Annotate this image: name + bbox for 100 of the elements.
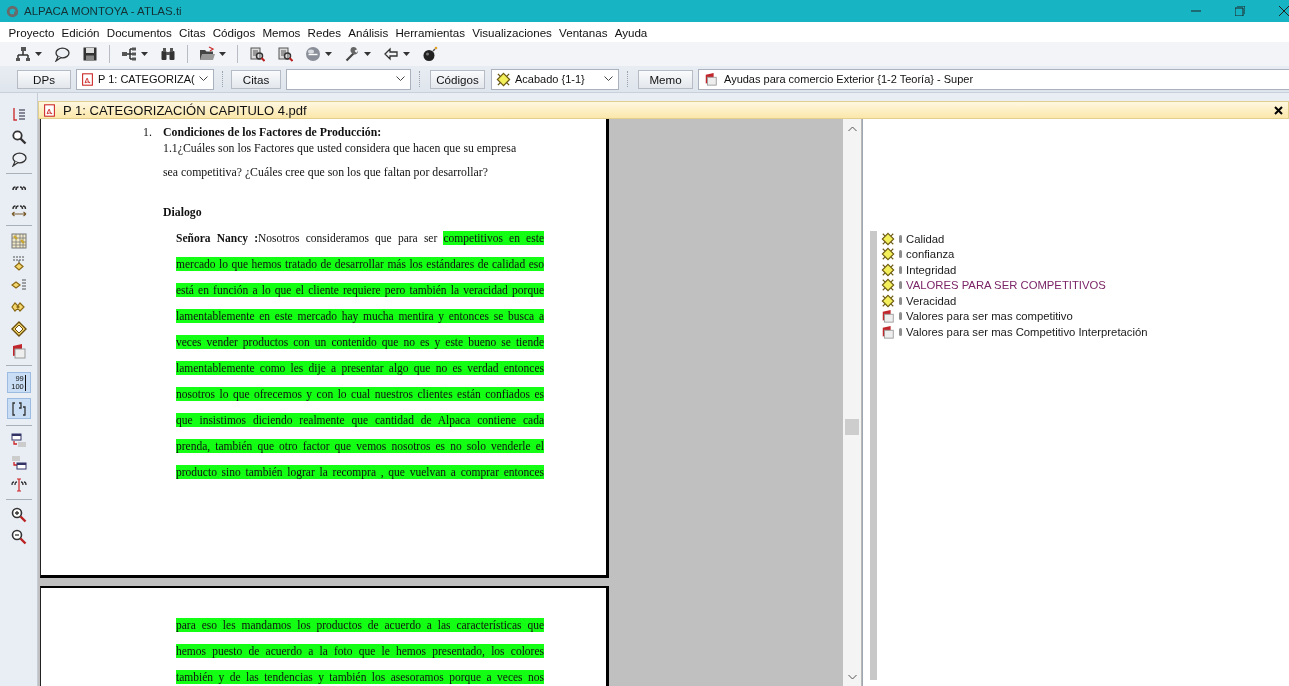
caret-icon[interactable] bbox=[403, 52, 410, 56]
memo-icon bbox=[881, 309, 895, 324]
menu-item[interactable]: Memos bbox=[258, 25, 304, 39]
toolbar-button[interactable]: Citas bbox=[231, 69, 281, 89]
document-text: 1.1¿Cuáles son los Factores que usted considera que hacen que su empresa bbox=[163, 140, 518, 156]
marker-icon bbox=[899, 296, 902, 305]
menu-item[interactable]: Ventanas bbox=[555, 25, 612, 39]
menu-item[interactable]: Herramientas bbox=[391, 25, 469, 39]
tool-button[interactable] bbox=[6, 398, 31, 419]
memo-field[interactable]: Ayudas para comercio Exterior {1-2 Teoría} - Super bbox=[698, 68, 1289, 90]
scrollbar[interactable] bbox=[843, 119, 862, 686]
caret-icon[interactable] bbox=[35, 52, 42, 56]
code-icon bbox=[881, 231, 895, 246]
code-label: Calidad bbox=[906, 232, 945, 245]
menu-item[interactable]: Redes bbox=[304, 25, 345, 39]
bomb-icon[interactable] bbox=[422, 46, 438, 62]
memo-icon bbox=[10, 342, 27, 359]
save-icon[interactable] bbox=[82, 46, 98, 62]
menu-item[interactable]: Documentos bbox=[103, 25, 176, 39]
speech-bubble-icon bbox=[10, 150, 27, 167]
grid-icon bbox=[10, 232, 27, 249]
close-icon[interactable] bbox=[1274, 105, 1283, 115]
chevron-icon[interactable] bbox=[604, 76, 613, 82]
margin-item[interactable]: VALORES PARA SER COMPETITIVOS bbox=[881, 277, 1289, 293]
marker-icon bbox=[899, 234, 902, 243]
dropdown[interactable]: P 1: CATEGORIZA( bbox=[76, 68, 214, 90]
caret-icon[interactable] bbox=[325, 52, 332, 56]
document-text: lamentablemente como les dije a presentar algo que no es verdad entonces bbox=[176, 360, 544, 377]
arrow-left-icon[interactable] bbox=[383, 46, 399, 62]
document-text: nosotros lo que ofrecemos y con lo cual nuestros clientes están confiados es bbox=[176, 386, 544, 403]
pdf-icon bbox=[43, 103, 56, 117]
document-text: veces vender productos con un contenido que no es y este bueno se tiende bbox=[176, 334, 544, 351]
zoom-out-icon bbox=[10, 528, 27, 545]
speech-bubble-icon[interactable] bbox=[54, 46, 70, 62]
list-icon bbox=[10, 106, 27, 123]
margin-item[interactable]: Valores para ser mas Competitivo Interpretación bbox=[881, 324, 1289, 340]
caret-icon[interactable] bbox=[141, 52, 148, 56]
margin-item[interactable]: Calidad bbox=[881, 231, 1289, 247]
caret-icon[interactable] bbox=[219, 52, 226, 56]
margin-item[interactable]: Integridad bbox=[881, 262, 1289, 278]
menu-item[interactable]: Códigos bbox=[209, 25, 259, 39]
margin-item[interactable]: confianza bbox=[881, 246, 1289, 262]
tree-icon[interactable] bbox=[121, 46, 137, 62]
menu-item[interactable]: Análisis bbox=[344, 25, 392, 39]
document-text: Señora Nancy :Nosotros consideramos que para ser competitivos en este bbox=[176, 230, 544, 247]
chevron-icon[interactable] bbox=[396, 76, 405, 82]
window-arrow-icon bbox=[10, 432, 27, 449]
code-label: Integridad bbox=[906, 263, 957, 276]
menu-item[interactable]: Ayuda bbox=[611, 25, 651, 39]
chevron-icon[interactable] bbox=[199, 76, 208, 82]
document-text: está en función a lo que el cliente requiere pero también la veracidad porque bbox=[176, 282, 544, 299]
document-text: lamentablemente en este mercado hay mucha mentira y entonces se busca a bbox=[176, 308, 544, 325]
marker-icon bbox=[899, 312, 902, 321]
restore-icon[interactable] bbox=[1235, 6, 1245, 16]
document-text: hemos puesto de acuerdo a la foto que le hemos presentado, los colores bbox=[176, 643, 544, 660]
menu-item[interactable]: Visualizaciones bbox=[468, 25, 556, 39]
document-text: que insistimos diciendo realmente que cantidad de Alpaca contiene cada bbox=[176, 412, 544, 429]
margin-item[interactable]: Veracidad bbox=[881, 293, 1289, 309]
toolbar-button[interactable]: DPs bbox=[17, 69, 71, 89]
diamond-icon bbox=[10, 320, 27, 337]
bracket-icon bbox=[10, 400, 27, 417]
code-icon bbox=[881, 262, 895, 277]
document-search-icon[interactable] bbox=[277, 46, 293, 62]
code-icon bbox=[881, 278, 895, 293]
close-icon[interactable] bbox=[1279, 6, 1289, 16]
code-label: Valores para ser mas competitivo bbox=[906, 310, 1073, 323]
menu-item[interactable]: Citas bbox=[175, 25, 210, 39]
menu-item[interactable]: Edición bbox=[57, 25, 104, 39]
section-heading: Dialogo bbox=[163, 204, 203, 220]
diamond-tree-icon bbox=[10, 254, 27, 271]
search-icon bbox=[10, 128, 27, 145]
caret-icon[interactable] bbox=[364, 52, 371, 56]
code-label: VALORES PARA SER COMPETITIVOS bbox=[906, 279, 1106, 292]
code-icon bbox=[881, 247, 895, 262]
memo-icon bbox=[881, 324, 895, 339]
dropdown[interactable]: Acabado {1-1} bbox=[491, 68, 619, 90]
marker-icon bbox=[899, 250, 902, 259]
list-heading: 1. Condiciones de los Factores de Producción: bbox=[143, 124, 383, 140]
marker-icon bbox=[899, 281, 902, 290]
margin-item[interactable]: Valores para ser mas competitivo bbox=[881, 308, 1289, 324]
code-label: confianza bbox=[906, 248, 955, 261]
document-text: prenda, también que otro factor que vemos nosotros es no solo venderle el bbox=[176, 438, 544, 455]
memo-icon bbox=[704, 72, 718, 86]
menu-item[interactable]: Proyecto bbox=[5, 25, 58, 39]
toolbar-button[interactable]: Códigos bbox=[430, 69, 485, 89]
wrench-icon[interactable] bbox=[344, 46, 360, 62]
folder-icon[interactable] bbox=[199, 46, 215, 62]
document-search-icon[interactable] bbox=[249, 46, 265, 62]
binoculars-icon[interactable] bbox=[160, 46, 176, 62]
scroll-thumb[interactable] bbox=[845, 419, 859, 435]
toolbar-button[interactable]: Memo bbox=[638, 69, 693, 89]
app-logo-icon bbox=[6, 4, 19, 18]
document-text: para eso les mandamos los productos de acuerdo a las características que bbox=[176, 617, 544, 634]
document-text: sea competitiva? ¿Cuáles cree que son los que faltan por desarrollar? bbox=[163, 164, 489, 180]
quote-cursor-icon bbox=[10, 476, 27, 493]
document-text: producto sino también lograr la recompra , que vuelvan a comprar entonces bbox=[176, 464, 544, 481]
tree-icon[interactable] bbox=[15, 46, 31, 62]
window-arrow-icon bbox=[10, 454, 27, 471]
diamond-list-icon bbox=[10, 276, 27, 293]
marker-icon bbox=[899, 265, 902, 274]
